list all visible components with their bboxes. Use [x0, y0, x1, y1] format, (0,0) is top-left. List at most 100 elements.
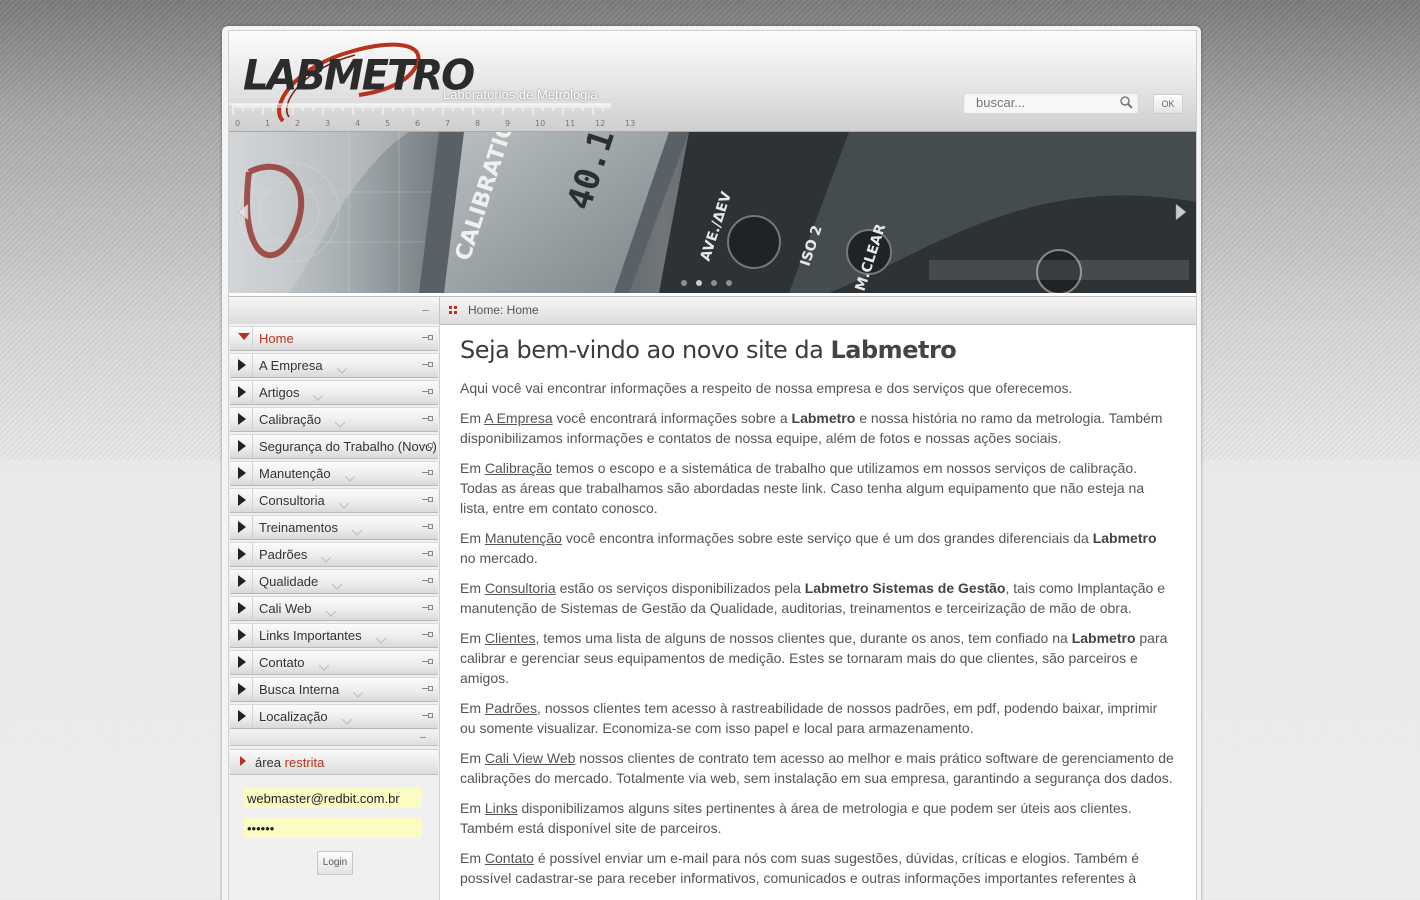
site-header: LABMETRO Laboratórios de Metrologia 0123… — [229, 31, 1196, 132]
chevron-down-icon — [331, 577, 343, 595]
site-frame: LABMETRO Laboratórios de Metrologia 0123… — [222, 26, 1201, 900]
caret-right-icon — [240, 756, 246, 766]
login-password-field[interactable] — [244, 818, 422, 838]
sidebar-item[interactable]: Manutenção — [230, 461, 438, 486]
caret-right-icon — [238, 629, 246, 641]
site-container: LABMETRO Laboratórios de Metrologia 0123… — [228, 30, 1197, 900]
menu-separator — [252, 651, 253, 674]
caret-right-icon — [238, 413, 246, 425]
sidebar-item[interactable]: Calibração — [230, 407, 438, 432]
sidebar-item-label: Home — [259, 331, 294, 346]
content-link[interactable]: Contato — [485, 850, 534, 866]
ruler-number: 6 — [415, 119, 421, 128]
login-button[interactable]: Login — [317, 851, 353, 875]
content-link[interactable]: A Empresa — [484, 410, 552, 426]
sidebar-item-label: Qualidade — [259, 574, 319, 589]
content-link[interactable]: Manutenção — [485, 530, 562, 546]
banner-prev-arrow-icon[interactable] — [235, 202, 251, 222]
sidebar-menu-footer — [230, 731, 438, 746]
menu-expand-icon — [422, 497, 433, 502]
chevron-down-icon — [334, 415, 346, 433]
chevron-down-icon — [341, 712, 353, 730]
sidebar-item[interactable]: Cali Web — [230, 596, 438, 621]
content-link[interactable]: Consultoria — [485, 580, 556, 596]
content-paragraph: Em Cali View Web nossos clientes de cont… — [460, 750, 1174, 786]
content-link[interactable]: Clientes — [485, 630, 536, 646]
menu-expand-icon — [422, 605, 433, 610]
caret-right-icon — [238, 440, 246, 452]
logo-text[interactable]: LABMETRO — [243, 52, 475, 100]
banner-dot[interactable] — [711, 280, 717, 286]
menu-separator — [252, 570, 253, 593]
chevron-down-icon — [318, 658, 330, 676]
banner-slideshow: CALIBRATION 40.1 AVE./ΔEV ISO 2 M.CLEAR — [229, 132, 1196, 293]
collapse-icon[interactable] — [422, 310, 429, 311]
banner-dot[interactable] — [681, 280, 687, 286]
ruler-number: 0 — [235, 119, 241, 128]
menu-separator — [252, 678, 253, 701]
ruler-number: 12 — [595, 119, 606, 128]
content-link[interactable]: Calibração — [485, 460, 552, 476]
sidebar-item-label: Consultoria — [259, 493, 325, 508]
banner-dot[interactable] — [696, 280, 702, 286]
breadcrumb-grid-icon — [449, 306, 457, 314]
menu-separator — [252, 462, 253, 485]
menu-separator — [252, 705, 253, 728]
ruler-number: 8 — [475, 119, 481, 128]
ruler-number: 4 — [355, 119, 361, 128]
sidebar-item[interactable]: Consultoria — [230, 488, 438, 513]
search-ok-button[interactable]: OK — [1153, 94, 1183, 114]
restricted-area-title: área restrita — [255, 755, 325, 770]
sidebar-item-label: Contato — [259, 655, 305, 670]
sidebar-item-label: Segurança do Trabalho (Novo) — [259, 439, 437, 454]
ruler-number: 9 — [505, 119, 511, 128]
banner-next-arrow-icon[interactable] — [1173, 202, 1189, 222]
banner-image-icon: CALIBRATION 40.1 AVE./ΔEV ISO 2 M.CLEAR — [229, 132, 1196, 293]
sidebar-item[interactable]: A Empresa — [230, 353, 438, 378]
menu-expand-icon — [422, 659, 433, 664]
sidebar-item[interactable]: Treinamentos — [230, 515, 438, 540]
content-link[interactable]: Padrões — [485, 700, 537, 716]
ruler-number: 1 — [265, 119, 271, 128]
menu-expand-icon — [422, 335, 433, 340]
sidebar-item-label: Manutenção — [259, 466, 331, 481]
content-paragraph: Em Clientes, temos uma lista de alguns d… — [460, 630, 1168, 686]
login-email-field[interactable] — [244, 788, 422, 808]
sidebar-item-label: Padrões — [259, 547, 308, 562]
sidebar-item[interactable]: Padrões — [230, 542, 438, 567]
search-icon[interactable] — [1120, 96, 1133, 109]
ruler-number: 10 — [535, 119, 546, 128]
sidebar-item[interactable]: Artigos — [230, 380, 438, 405]
page-title: Seja bem-vindo ao novo site da Labmetro — [460, 336, 957, 364]
banner-dot[interactable] — [726, 280, 732, 286]
caret-right-icon — [238, 548, 246, 560]
sidebar-item[interactable]: Busca Interna — [230, 677, 438, 702]
content-link[interactable]: Cali View Web — [485, 750, 576, 766]
caret-right-icon — [238, 467, 246, 479]
caret-right-icon — [238, 656, 246, 668]
menu-expand-icon — [422, 524, 433, 529]
content-paragraph: Em Calibração temos o escopo e a sistemá… — [460, 460, 1145, 516]
banner-pagination — [681, 273, 741, 291]
sidebar-item[interactable]: Links Importantes — [230, 623, 438, 648]
chevron-down-icon — [336, 361, 348, 379]
sidebar-item-label: Busca Interna — [259, 682, 340, 697]
sidebar-item[interactable]: Home — [230, 326, 438, 351]
chevron-down-icon — [320, 550, 332, 568]
menu-separator — [252, 543, 253, 566]
chevron-down-icon — [375, 631, 387, 649]
search-input[interactable] — [976, 93, 1116, 111]
menu-expand-icon — [422, 470, 433, 475]
caret-right-icon — [238, 575, 246, 587]
sidebar: Home A Empresa Artigos Calibração Segurança … — [229, 324, 440, 900]
sidebar-item[interactable]: Localização — [230, 704, 438, 729]
menu-separator — [252, 327, 253, 350]
content-link[interactable]: Links — [485, 800, 518, 816]
sidebar-item[interactable]: Contato — [230, 650, 438, 675]
sidebar-item[interactable]: Segurança do Trabalho (Novo) — [230, 434, 438, 459]
sidebar-item[interactable]: Qualidade — [230, 569, 438, 594]
menu-expand-icon — [422, 578, 433, 583]
sidebar-item-label: Localização — [259, 709, 328, 724]
caret-right-icon — [238, 521, 246, 533]
caret-right-icon — [238, 602, 246, 614]
